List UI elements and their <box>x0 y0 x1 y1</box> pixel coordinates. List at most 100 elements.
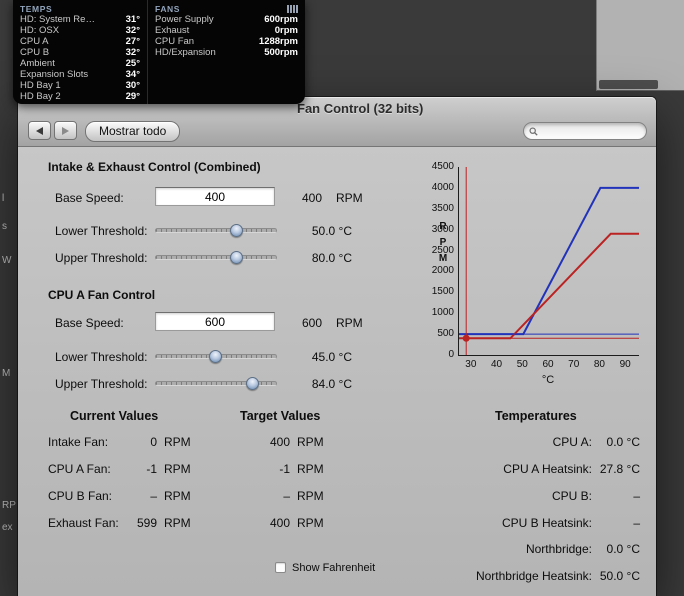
fan-label: Power Supply <box>155 14 214 25</box>
y-tick-label: 2000 <box>431 265 454 277</box>
section-title-cpu-a: CPU A Fan Control <box>48 288 156 302</box>
fan-label: CPU Fan <box>155 36 195 47</box>
x-tick-label: 30 <box>465 359 477 370</box>
sensor-label: Ambient <box>20 58 55 69</box>
fan-row-unit: RPM <box>297 435 324 449</box>
base-speed-input-cpu-a[interactable] <box>155 312 275 331</box>
fan-value: 500rpm <box>264 47 298 58</box>
list-item: Expansion Slots 34° <box>20 69 140 80</box>
search-field[interactable] <box>523 122 647 140</box>
lower-threshold-slider-cpu-a[interactable] <box>155 349 277 364</box>
temp-label: CPU B: <box>551 489 592 503</box>
show-fahrenheit-checkbox[interactable] <box>275 562 286 573</box>
chart-x-axis-label: °C <box>541 374 555 386</box>
fan-value: 1288rpm <box>258 36 298 47</box>
background-window-fragment: W <box>2 255 12 266</box>
y-tick-label: 4500 <box>431 161 454 172</box>
x-tick-label: 60 <box>542 359 554 370</box>
lower-threshold-label: Lower Threshold: <box>55 350 148 364</box>
y-tick-label: 1500 <box>431 286 454 298</box>
window-title: Fan Control (32 bits) <box>297 101 424 116</box>
table-row: CPU A Heatsink: 27.8 °C <box>348 462 640 476</box>
x-tick-label: 80 <box>593 359 605 370</box>
base-speed-unit: RPM <box>336 191 363 205</box>
list-item: HD: OSX 32° <box>20 25 140 36</box>
y-tick-label: 500 <box>437 328 454 340</box>
table-row: CPU A: 0.0 °C <box>348 435 640 449</box>
fan-row-unit: RPM <box>297 489 324 503</box>
slider-track[interactable] <box>155 255 277 260</box>
fan-row-target: – <box>283 489 290 503</box>
sensor-label: HD Bay 1 <box>20 80 61 91</box>
forward-icon <box>62 126 69 135</box>
slider-track[interactable] <box>155 228 277 233</box>
base-speed-value: 600 <box>301 316 322 330</box>
base-speed-input-intake[interactable] <box>155 187 275 206</box>
list-item: HD/Expansion 500rpm <box>155 47 298 58</box>
fan-row-current: -1 <box>146 462 157 476</box>
temp-value: – <box>633 516 640 530</box>
temperature-monitor-widget[interactable]: TEMPS HD: System Re… 31° HD: OSX 32° CPU A… <box>13 0 305 104</box>
fan-row-unit: RPM <box>297 462 324 476</box>
sensor-value: 30° <box>125 80 140 91</box>
fan-row-current: 599 <box>136 516 157 530</box>
sensor-value: 32° <box>125 47 140 58</box>
title-bar[interactable]: Fan Control (32 bits) Mostrar todo <box>18 97 656 147</box>
fans-panel: FANS Power Supply 600rpm Exhaust 0rpm CPU … <box>147 0 305 104</box>
temp-label: CPU A: <box>552 435 592 449</box>
fan-row-target: 400 <box>269 435 290 449</box>
lower-threshold-value: 50.0 °C <box>311 224 352 238</box>
background-window-fragment: M <box>2 368 11 379</box>
slider-track[interactable] <box>155 381 277 386</box>
chart-plot-area <box>458 167 639 356</box>
list-item: CPU Fan 1288rpm <box>155 36 298 47</box>
y-tick-label: 3500 <box>431 202 454 214</box>
desktop: l s W M RP ex TEMPS HD: System Re… 31° HD: OSX… <box>0 0 684 596</box>
sensor-label: HD: System Re… <box>20 14 95 25</box>
lower-threshold-slider-intake[interactable] <box>155 223 277 238</box>
slider-thumb[interactable] <box>229 251 243 264</box>
slider-thumb[interactable] <box>209 350 222 363</box>
lower-threshold-value: 45.0 °C <box>311 350 352 364</box>
x-tick-label: 50 <box>516 359 528 370</box>
lower-threshold-label: Lower Threshold: <box>55 224 148 238</box>
upper-threshold-label: Upper Threshold: <box>55 251 148 265</box>
fan-row-label: Exhaust Fan: <box>48 516 119 530</box>
upper-threshold-label: Upper Threshold: <box>55 377 148 391</box>
show-all-button[interactable]: Mostrar todo <box>85 121 181 142</box>
fans-panel-title: FANS <box>155 3 181 14</box>
level-bars-icon <box>287 4 298 13</box>
temp-value: 50.0 °C <box>599 569 640 583</box>
slider-thumb[interactable] <box>229 224 243 237</box>
list-item: Power Supply 600rpm <box>155 14 298 25</box>
show-fahrenheit-label: Show Fahrenheit <box>292 562 376 574</box>
sensor-value: 34° <box>125 69 140 80</box>
list-item: HD Bay 2 29° <box>20 91 140 102</box>
fan-value: 0rpm <box>274 25 298 36</box>
upper-threshold-slider-intake[interactable] <box>155 250 277 265</box>
upper-threshold-slider-cpu-a[interactable] <box>155 376 277 391</box>
fan-row-unit: RPM <box>164 489 191 503</box>
temp-label: CPU B Heatsink: <box>501 516 592 530</box>
temp-value: 0.0 °C <box>606 435 640 449</box>
slider-thumb[interactable] <box>245 377 259 390</box>
fan-value: 600rpm <box>264 14 298 25</box>
back-button[interactable] <box>28 121 51 140</box>
list-item: Ambient 25° <box>20 58 140 69</box>
fan-row-unit: RPM <box>164 462 191 476</box>
sensor-value: 31° <box>125 14 140 25</box>
list-item: HD Bay 1 30° <box>20 80 140 91</box>
y-tick-label: 4000 <box>431 181 454 193</box>
search-input[interactable] <box>538 123 642 139</box>
fan-curve-chart: 0 500 1000 1500 2000 2500 3000 3500 4000 4500 RPM… <box>424 155 658 391</box>
list-item: CPU B 32° <box>20 47 140 58</box>
forward-button[interactable] <box>54 121 77 140</box>
y-axis-label-letter: R <box>439 221 447 232</box>
base-speed-unit: RPM <box>336 316 363 330</box>
list-item: CPU A 27° <box>20 36 140 47</box>
background-window-bar <box>599 80 658 89</box>
target-values-title: Target Values <box>240 409 321 423</box>
table-row: Northbridge: 0.0 °C <box>348 542 640 556</box>
section-title-intake-exhaust: Intake & Exhaust Control (Combined) <box>48 160 261 174</box>
sensor-label: CPU A <box>20 36 49 47</box>
